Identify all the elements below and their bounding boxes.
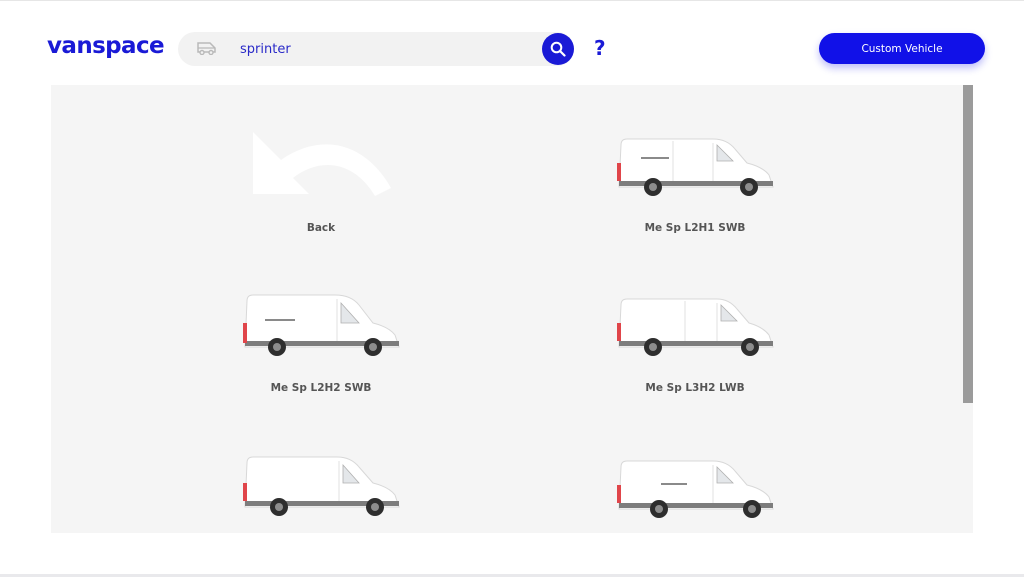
van-icon xyxy=(243,294,400,356)
vehicle-tile[interactable] xyxy=(575,447,815,533)
van-icon xyxy=(617,298,774,356)
search-input[interactable] xyxy=(240,38,540,60)
van-outline-icon xyxy=(197,42,216,55)
vehicle-grid: Back Me Sp L2H1 SWB Me Sp L2H2 SWB Me Sp… xyxy=(51,85,973,533)
search-icon xyxy=(550,41,566,57)
window-top-border xyxy=(0,0,1024,1)
vehicle-tile[interactable]: Me Sp L2H1 SWB xyxy=(575,125,815,240)
custom-vehicle-button[interactable]: Custom Vehicle xyxy=(819,33,985,64)
vehicle-tile[interactable]: Me Sp L3H2 LWB xyxy=(575,285,815,400)
back-arrow-icon xyxy=(253,132,391,196)
search-button[interactable] xyxy=(542,33,574,65)
tile-label: Me Sp L3H2 LWB xyxy=(645,382,745,394)
vehicle-tile[interactable]: Me Sp L2H2 SWB xyxy=(201,285,441,400)
tile-label: Me Sp L2H2 SWB xyxy=(270,382,372,394)
vehicle-tile[interactable] xyxy=(201,447,441,533)
tile-label: Back xyxy=(306,222,336,234)
back-tile[interactable]: Back xyxy=(201,125,441,240)
tile-label: Me Sp L2H1 SWB xyxy=(644,222,746,234)
van-icon xyxy=(617,460,774,518)
van-icon xyxy=(617,138,774,196)
help-button[interactable]: ? xyxy=(594,36,606,60)
vanspace-logo[interactable]: vanspace xyxy=(47,31,165,61)
van-icon xyxy=(243,456,400,516)
scrollbar-thumb[interactable] xyxy=(963,85,973,403)
search-bar[interactable] xyxy=(178,32,574,66)
